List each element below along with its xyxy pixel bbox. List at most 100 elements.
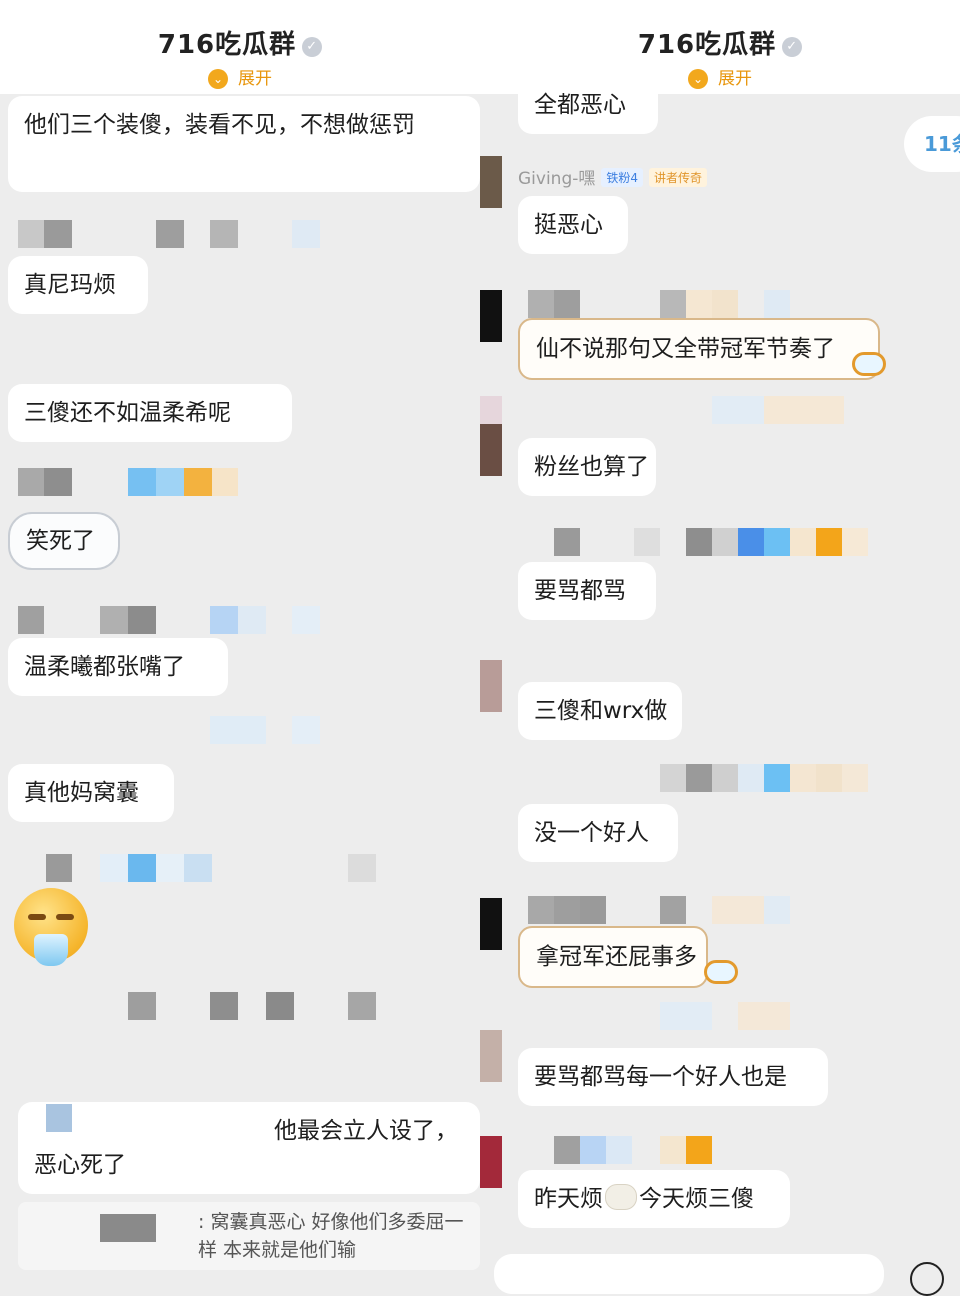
blurred-badge	[738, 528, 764, 556]
group-title: 716吃瓜群	[637, 30, 777, 60]
avatar[interactable]	[480, 424, 502, 476]
emoji-eye	[28, 914, 46, 920]
message-bubble[interactable]: 挺恶心	[518, 196, 628, 254]
blurred-badge	[764, 764, 790, 792]
blurred-username	[46, 854, 72, 882]
blurred-username	[210, 220, 238, 248]
blurred-badge	[100, 854, 128, 882]
blurred-badge	[212, 468, 238, 496]
blurred-badge	[128, 468, 156, 496]
avatar[interactable]	[480, 898, 502, 950]
emoji-picker-icon[interactable]	[910, 1262, 944, 1296]
blurred-badge	[816, 764, 842, 792]
blurred-username	[44, 220, 72, 248]
message-bubble[interactable]: 他们三个装傻，装看不见，不想做惩罚	[8, 96, 480, 192]
blurred-badge	[686, 290, 712, 318]
chat-header: 716吃瓜群 ✓ ⌄ 展开	[480, 0, 960, 94]
blurred-badge	[184, 468, 212, 496]
blurred-badge	[842, 764, 868, 792]
blurred-username	[634, 528, 660, 556]
sender-name-row: Giving-嘿 铁粉4 讲者传奇	[518, 164, 708, 189]
blurred-username	[156, 220, 184, 248]
blurred-username	[660, 290, 686, 318]
message-bubble[interactable]: 三傻和wrx做	[518, 682, 682, 740]
blurred-username	[660, 764, 686, 792]
blurred-username	[712, 528, 738, 556]
blurred-badge	[764, 896, 790, 924]
blurred-badge	[606, 1136, 632, 1164]
message-bubble[interactable]: 真他妈窝囊	[8, 764, 174, 822]
expand-toggle[interactable]: ⌄ 展开	[480, 64, 960, 89]
blurred-badge	[738, 764, 764, 792]
group-title-row[interactable]: 716吃瓜群 ✓	[0, 24, 480, 61]
blurred-badge	[660, 1136, 686, 1164]
message-bubble[interactable]: 全都恶心	[518, 94, 658, 134]
blurred-badge	[738, 1002, 790, 1030]
fan-level-badge: 铁粉4	[601, 168, 644, 187]
blurred-badge	[686, 1136, 712, 1164]
avatar[interactable]	[480, 1136, 502, 1188]
blurred-badge	[790, 528, 816, 556]
blurred-username	[554, 896, 580, 924]
message-bubble[interactable]: 真尼玛烦	[8, 256, 148, 314]
blurred-badge	[712, 896, 764, 924]
quoted-reply[interactable]: : 窝囊真恶心 好像他们多委屈一样 本来就是他们输	[18, 1202, 480, 1270]
message-text: 他最会立人设了，恶心死了	[34, 1118, 458, 1178]
message-text: 昨天烦	[534, 1186, 603, 1212]
blurred-badge	[816, 528, 842, 556]
blurred-username	[100, 606, 128, 634]
blurred-username	[18, 606, 44, 634]
blurred-badge	[580, 1136, 606, 1164]
verified-icon: ✓	[302, 37, 323, 57]
message-bubble[interactable]: 笑死了	[8, 512, 120, 570]
expand-toggle[interactable]: ⌄ 展开	[0, 64, 480, 89]
blurred-username	[266, 992, 294, 1020]
avatar[interactable]	[480, 660, 502, 712]
message-bubble[interactable]: 没一个好人	[518, 804, 678, 862]
message-bubble[interactable]: 仙不说那句又全带冠军节奏了	[518, 318, 880, 380]
message-bubble[interactable]: 昨天烦 今天烦三傻	[518, 1170, 790, 1228]
message-bubble[interactable]: 他最会立人设了，恶心死了	[18, 1102, 480, 1194]
blurred-username	[580, 896, 606, 924]
blurred-badge	[712, 396, 764, 424]
blurred-username	[686, 528, 712, 556]
message-bubble[interactable]: 要骂都骂	[518, 562, 656, 620]
chevron-down-icon: ⌄	[208, 69, 228, 89]
blurred-username	[44, 468, 72, 496]
sheep-emoji-icon	[605, 1184, 637, 1210]
message-bubble[interactable]: 拿冠军还屁事多	[518, 926, 708, 988]
blurred-badge	[210, 716, 266, 744]
expand-label: 展开	[238, 69, 272, 89]
blurred-badge	[128, 854, 156, 882]
blurred-badge	[238, 606, 266, 634]
message-text: 今天烦三傻	[639, 1186, 754, 1212]
avatar[interactable]	[480, 156, 502, 208]
blurred-badge	[156, 854, 184, 882]
blurred-username	[712, 764, 738, 792]
blurred-username	[528, 896, 554, 924]
avatar[interactable]	[480, 1030, 502, 1082]
message-input-bar[interactable]	[494, 1254, 884, 1294]
message-bubble[interactable]: 粉丝也算了	[518, 438, 656, 496]
blurred-username	[554, 290, 580, 318]
chevron-down-icon: ⌄	[688, 69, 708, 89]
group-title-row[interactable]: 716吃瓜群 ✓	[480, 24, 960, 61]
message-bubble[interactable]: 三傻还不如温柔希呢	[8, 384, 292, 442]
unread-count-badge[interactable]: 11条	[904, 116, 960, 172]
message-bubble[interactable]: 要骂都骂每一个好人也是	[518, 1048, 828, 1106]
blurred-badge	[712, 290, 738, 318]
blurred-badge	[184, 854, 212, 882]
blurred-badge	[842, 528, 868, 556]
left-chat-panel: 716吃瓜群 ✓ ⌄ 展开 他们三个装傻，装看不见，不想做惩罚 真尼玛烦 三傻还不如…	[0, 0, 480, 1280]
blurred-username	[348, 854, 376, 882]
title-badge: 讲者传奇	[649, 168, 708, 187]
blurred-username	[554, 528, 580, 556]
blurred-badge	[764, 528, 790, 556]
sender-name[interactable]: Giving-嘿	[518, 169, 595, 189]
blurred-badge	[764, 290, 790, 318]
drooling-face-emoji-icon[interactable]	[14, 888, 88, 966]
blurred-username	[660, 896, 686, 924]
avatar[interactable]	[480, 290, 502, 342]
message-bubble[interactable]: 温柔曦都张嘴了	[8, 638, 228, 696]
emoji-eye	[56, 914, 74, 920]
